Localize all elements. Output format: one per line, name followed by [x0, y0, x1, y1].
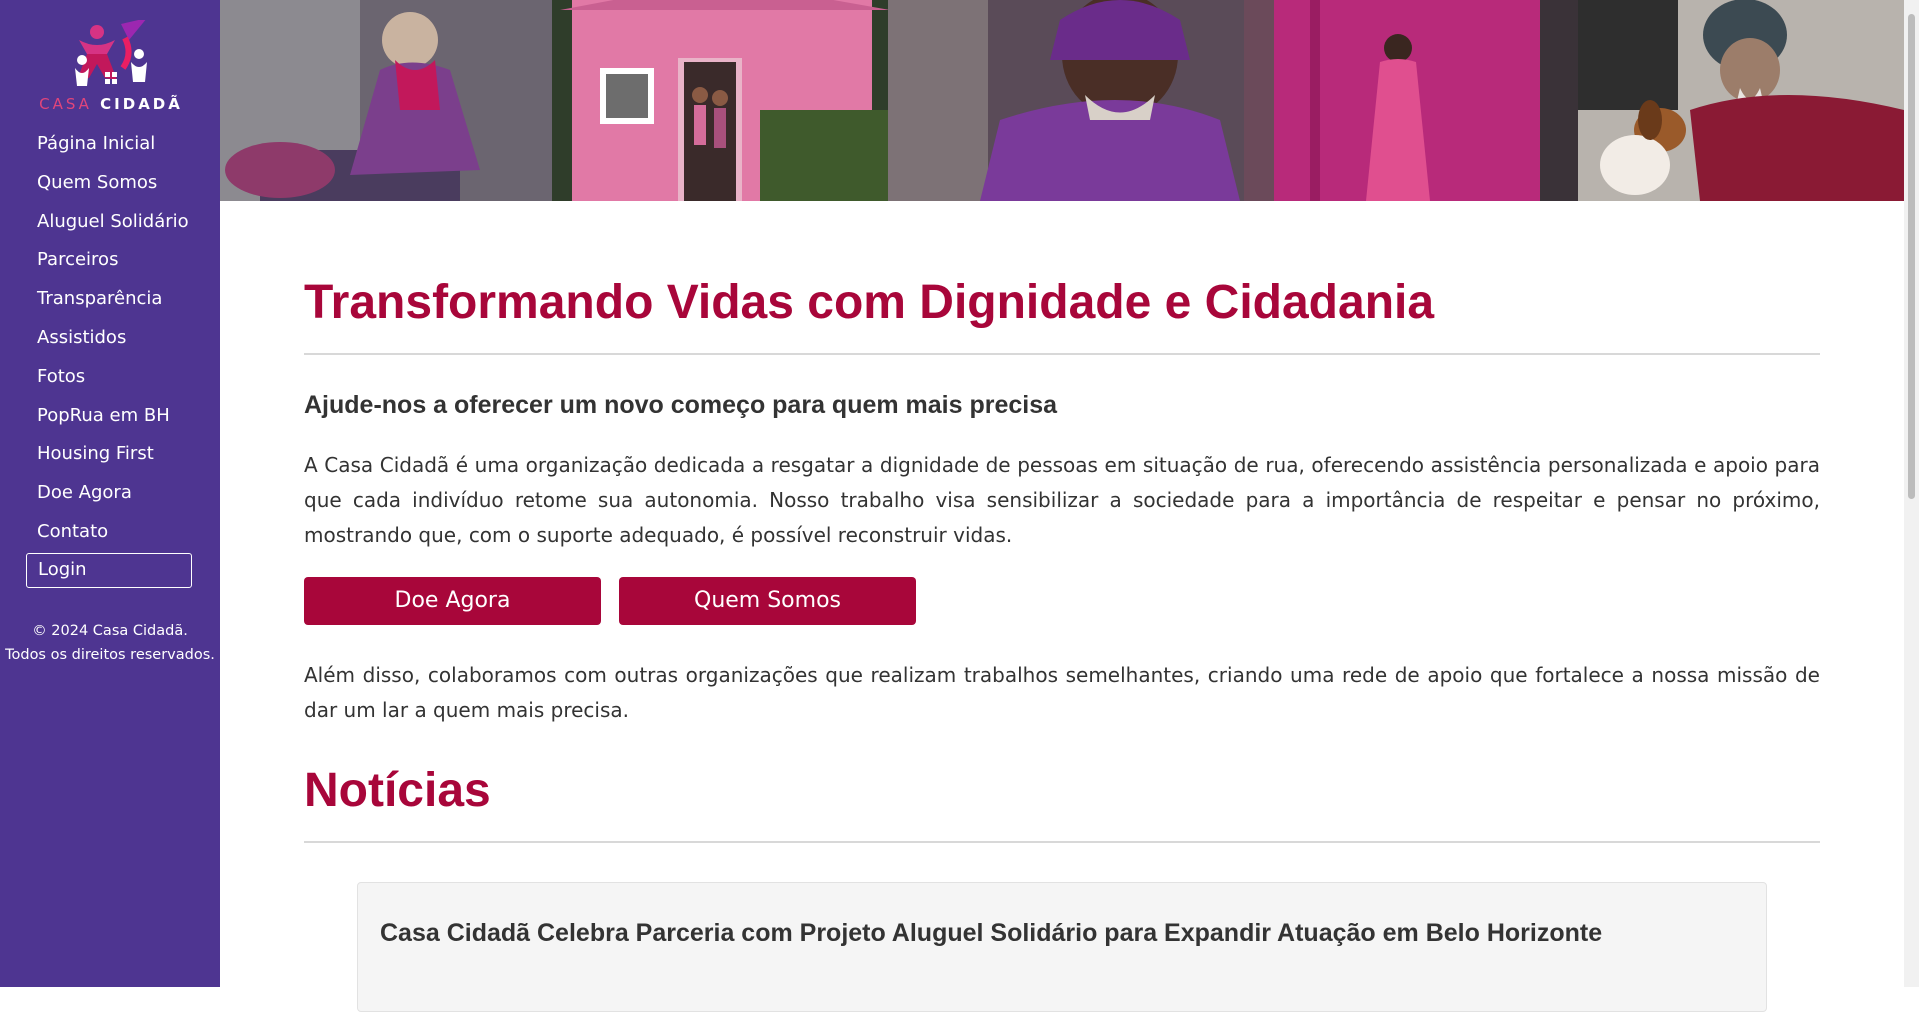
hero-subtitle: Ajude-nos a oferecer um novo começo para…: [304, 391, 1058, 419]
copyright-line-1: © 2024 Casa Cidadã.: [32, 623, 188, 639]
news-headline[interactable]: Casa Cidadã Celebra Parceria com Projeto…: [380, 919, 1602, 948]
brand-wordmark: CASA CIDADÃ: [36, 95, 186, 113]
copyright: © 2024 Casa Cidadã. Todos os direitos re…: [0, 619, 220, 667]
nav-item-parceiros[interactable]: Parceiros: [37, 247, 189, 286]
brand-name-part1: CASA: [39, 95, 92, 113]
news-divider: [304, 841, 1820, 843]
nav-item-housing-first[interactable]: Housing First: [37, 441, 189, 480]
brand-name-part2: CIDADÃ: [100, 95, 183, 113]
nav-item-poprua-em-bh[interactable]: PopRua em BH: [37, 403, 189, 442]
nav-item-assistidos[interactable]: Assistidos: [37, 325, 189, 364]
brand-logo[interactable]: CASA CIDADÃ: [36, 20, 186, 114]
login-button[interactable]: Login: [26, 553, 192, 588]
casa-cidada-logo-icon: [75, 20, 147, 86]
nav-item-doe-agora[interactable]: Doe Agora: [37, 480, 189, 519]
nav-item-transparencia[interactable]: Transparência: [37, 286, 189, 325]
about-button[interactable]: Quem Somos: [619, 577, 916, 625]
scrollbar-thumb[interactable]: [1908, 14, 1915, 499]
news-card[interactable]: Casa Cidadã Celebra Parceria com Projeto…: [357, 882, 1767, 1012]
intro-paragraph: A Casa Cidadã é uma organização dedicada…: [304, 453, 1820, 547]
hero-banner: [220, 0, 1904, 201]
nav-item-pagina-inicial[interactable]: Página Inicial: [37, 131, 189, 170]
network-paragraph: Além disso, colaboramos com outras organ…: [304, 663, 1820, 722]
nav-item-contato[interactable]: Contato: [37, 519, 189, 558]
banner-photo-collage-icon: [220, 0, 1904, 201]
nav-item-aluguel-solidario[interactable]: Aluguel Solidário: [37, 209, 189, 248]
title-divider: [304, 353, 1820, 355]
main-nav: Página Inicial Quem Somos Aluguel Solidá…: [37, 131, 189, 558]
nav-item-fotos[interactable]: Fotos: [37, 364, 189, 403]
news-section-title: Notícias: [304, 764, 491, 817]
page-title: Transformando Vidas com Dignidade e Cida…: [304, 276, 1435, 329]
page-scrollbar[interactable]: [1904, 0, 1919, 987]
sidebar: CASA CIDADÃ Página Inicial Quem Somos Al…: [0, 0, 220, 987]
copyright-line-2: Todos os direitos reservados.: [5, 647, 215, 663]
donate-button[interactable]: Doe Agora: [304, 577, 601, 625]
nav-item-quem-somos[interactable]: Quem Somos: [37, 170, 189, 209]
